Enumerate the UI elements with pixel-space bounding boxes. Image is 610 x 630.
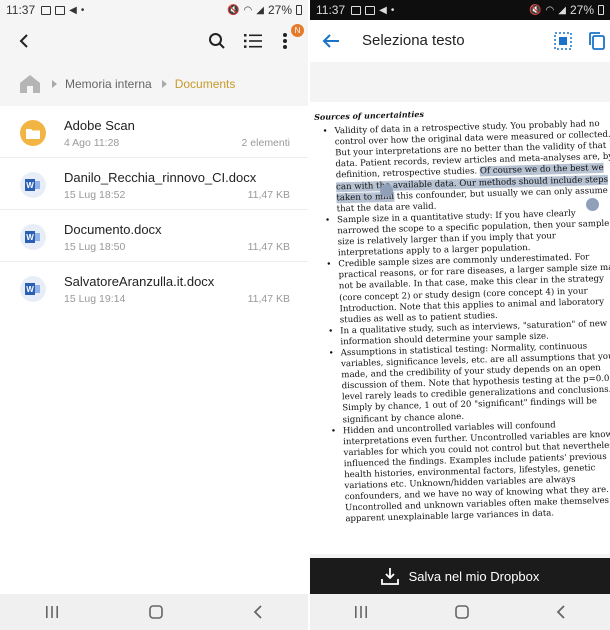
file-date: 15 Lug 19:14 [64, 293, 126, 305]
home-icon[interactable] [18, 74, 42, 94]
list-item: Validity of data in a retrospective stud… [334, 119, 610, 216]
message-notification-icon [55, 5, 66, 15]
file-name: Adobe Scan [64, 118, 135, 133]
empty-area [0, 314, 308, 594]
word-document-icon: W [20, 224, 46, 250]
battery-icon [296, 5, 302, 15]
back-arrow-icon [19, 34, 28, 48]
system-nav-bar [310, 594, 610, 630]
file-item-salvatore-aranzulla[interactable]: W SalvatoreAranzulla.it.docx 15 Lug 19:1… [0, 262, 308, 314]
selection-end-handle[interactable] [586, 198, 599, 211]
search-icon [209, 33, 225, 49]
file-date: 15 Lug 18:52 [64, 189, 126, 201]
home-nav-icon[interactable] [149, 605, 163, 619]
breadcrumb-current[interactable]: Documents [175, 77, 236, 91]
signal-icon: ◢ [558, 4, 566, 16]
status-bar: 11:37 ◀ • 🔇 ◠ ◢ 27% [310, 0, 610, 20]
download-icon [380, 568, 399, 585]
file-name: Danilo_Recchia_rinnovo_CI.docx [64, 170, 257, 185]
file-item-danilo-recchia[interactable]: W Danilo_Recchia_rinnovo_CI.docx 15 Lug … [0, 158, 308, 210]
list-item: Hidden and uncontrolled variables will c… [343, 418, 610, 526]
back-arrow-icon [322, 34, 339, 48]
back-button[interactable] [12, 28, 38, 54]
folder-icon [20, 120, 46, 146]
file-name: SalvatoreAranzulla.it.docx [64, 274, 215, 289]
battery-level: 27% [569, 3, 594, 17]
breadcrumb-root[interactable]: Memoria interna [65, 77, 152, 91]
recent-apps-icon[interactable] [354, 606, 368, 618]
mute-icon: 🔇 [227, 4, 240, 16]
file-list: Adobe Scan 4 Ago 11:28 2 elementi W Dani… [0, 106, 308, 314]
file-size: 11,47 KB [247, 241, 290, 253]
wifi-icon: ◠ [545, 4, 555, 16]
more-options-button[interactable]: N [272, 24, 304, 54]
list-view-icon [244, 34, 262, 48]
copy-icon [589, 32, 605, 50]
image-notification-icon [41, 5, 52, 15]
app-bar: Seleziona testo [310, 20, 610, 62]
battery-icon [598, 5, 604, 15]
copy-button[interactable] [584, 28, 610, 54]
file-size: 2 elementi [241, 137, 290, 149]
save-to-dropbox-button[interactable]: Salva nel mio Dropbox [310, 558, 610, 594]
save-label: Salva nel mio Dropbox [408, 568, 540, 584]
back-nav-icon[interactable] [556, 605, 566, 619]
file-name: Documento.docx [64, 222, 162, 237]
svg-text:W: W [26, 285, 34, 294]
svg-text:W: W [26, 233, 34, 242]
message-notification-icon [365, 5, 376, 15]
select-all-icon [554, 32, 572, 50]
back-button[interactable] [318, 28, 344, 54]
search-button[interactable] [204, 28, 230, 54]
more-dot-icon: • [80, 4, 85, 16]
file-manager-panel: 11:37 ◀ • 🔇 ◠ ◢ 27% N Memoria interna Do… [0, 0, 308, 630]
home-nav-icon[interactable] [455, 605, 469, 619]
app-bar: N [0, 20, 308, 62]
send-notification-icon: ◀ [69, 4, 77, 16]
word-document-icon: W [20, 276, 46, 302]
scanned-document[interactable]: Sources of uncertainties Validity of dat… [310, 102, 610, 554]
list-item: Sample size in a quantitative study: If … [337, 207, 610, 259]
file-item-documento[interactable]: W Documento.docx 15 Lug 18:50 11,47 KB [0, 210, 308, 262]
page-title: Seleziona testo [362, 32, 465, 49]
text-selection-panel: 11:37 ◀ • 🔇 ◠ ◢ 27% Seleziona testo Sour… [310, 0, 610, 630]
file-size: 11,47 KB [247, 293, 290, 305]
more-vertical-icon [283, 33, 287, 49]
chevron-right-icon [161, 80, 167, 88]
status-time: 11:37 [6, 3, 36, 17]
back-nav-icon[interactable] [253, 605, 263, 619]
mute-icon: 🔇 [529, 4, 542, 16]
signal-icon: ◢ [256, 4, 264, 16]
status-bar: 11:37 ◀ • 🔇 ◠ ◢ 27% [0, 0, 308, 20]
list-item: Credible sample sizes are commonly under… [338, 252, 610, 326]
file-size: 11,47 KB [247, 189, 290, 201]
notification-badge: N [291, 24, 304, 37]
selection-start-handle[interactable] [380, 184, 393, 197]
system-nav-bar [0, 594, 308, 630]
word-document-icon: W [20, 172, 46, 198]
chevron-right-icon [52, 80, 57, 88]
more-dot-icon: • [390, 4, 395, 16]
recent-apps-icon[interactable] [45, 606, 59, 618]
scan-preview: Sources of uncertainties Validity of dat… [310, 62, 610, 558]
select-all-button[interactable] [550, 28, 576, 54]
breadcrumb: Memoria interna Documents [0, 62, 308, 106]
list-item: Assumptions in statistical testing: Norm… [341, 340, 610, 425]
svg-text:W: W [26, 181, 34, 190]
wifi-icon: ◠ [243, 4, 253, 16]
battery-level: 27% [267, 3, 292, 17]
send-notification-icon: ◀ [379, 4, 387, 16]
status-time: 11:37 [316, 3, 346, 17]
file-item-adobe-scan[interactable]: Adobe Scan 4 Ago 11:28 2 elementi [0, 106, 308, 158]
file-date: 15 Lug 18:50 [64, 241, 126, 253]
image-notification-icon [351, 5, 362, 15]
file-date: 4 Ago 11:28 [64, 137, 120, 149]
document-text[interactable]: Sources of uncertainties Validity of dat… [314, 104, 610, 527]
list-view-button[interactable] [240, 28, 266, 54]
